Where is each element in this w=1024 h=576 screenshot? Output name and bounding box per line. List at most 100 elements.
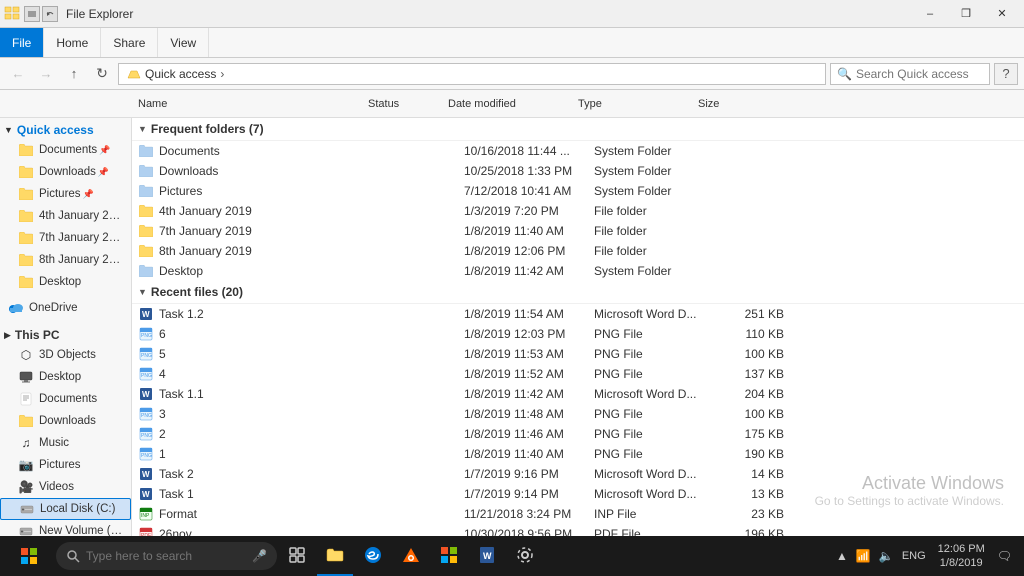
word-taskbar[interactable]: W (469, 536, 505, 576)
list-item[interactable]: W Task 1.2 1/8/2019 11:54 AM Microsoft W… (132, 304, 1024, 324)
notifications-icon[interactable]: 🗨 (995, 547, 1014, 565)
list-item[interactable]: W Task 1.1 1/8/2019 11:42 AM Microsoft W… (132, 384, 1024, 404)
this-pc-group[interactable]: ▶ This PC (0, 323, 131, 344)
sidebar-label-videos: Videos (39, 481, 74, 493)
sidebar-item-3d-objects[interactable]: ⬡ 3D Objects (0, 344, 131, 366)
folder-sys-icon3 (138, 183, 154, 199)
undo-icon[interactable] (42, 6, 58, 22)
start-button[interactable] (4, 536, 54, 576)
file-type: System Folder (594, 144, 714, 158)
svg-text:PNG: PNG (141, 373, 152, 379)
file-type: Microsoft Word D... (594, 487, 714, 501)
main-area: ▼ Quick access Documents 📌 Downloads 📌 P… (0, 118, 1024, 548)
volume-icon[interactable]: 🔈 (877, 547, 896, 565)
taskbar-search[interactable]: 🎤 (56, 542, 277, 570)
col-header-date[interactable]: Date modified (442, 90, 572, 117)
list-item[interactable]: W Task 1 1/7/2019 9:14 PM Microsoft Word… (132, 484, 1024, 504)
sidebar-item-8th-jan[interactable]: 8th January 2019 (0, 249, 131, 271)
minimize-button[interactable]: – (912, 0, 948, 28)
file-date: 1/8/2019 11:46 AM (464, 427, 594, 441)
col-header-name[interactable]: Name (132, 90, 362, 117)
search-input[interactable] (856, 67, 1011, 81)
frequent-arrow[interactable]: ▼ (138, 124, 147, 134)
list-item[interactable]: PNG 5 1/8/2019 11:53 AM PNG File 100 KB (132, 344, 1024, 364)
help-button[interactable]: ? (994, 63, 1018, 85)
back-button[interactable]: ← (6, 62, 30, 86)
list-item[interactable]: PNG 6 1/8/2019 12:03 PM PNG File 110 KB (132, 324, 1024, 344)
network-icon[interactable]: 📶 (854, 547, 873, 565)
svg-text:PNG: PNG (141, 453, 152, 459)
sidebar-item-4th-jan[interactable]: 4th January 2019 (0, 205, 131, 227)
list-item[interactable]: INP Format 11/21/2018 3:24 PM INP File 2… (132, 504, 1024, 524)
this-pc-arrow: ▶ (4, 330, 11, 341)
list-item[interactable]: PNG 1 1/8/2019 11:40 AM PNG File 190 KB (132, 444, 1024, 464)
file-explorer-taskbar[interactable] (317, 536, 353, 576)
sidebar-item-pictures2[interactable]: 📷 Pictures (0, 454, 131, 476)
file-date: 10/25/2018 1:33 PM (464, 164, 594, 178)
address-path[interactable]: Quick access › (118, 63, 826, 85)
windows-store-taskbar[interactable] (431, 536, 467, 576)
quick-access-group[interactable]: ▼ Quick access (0, 118, 131, 139)
language-indicator[interactable]: ENG (900, 548, 928, 564)
file-size: 204 KB (714, 387, 794, 401)
sidebar-item-videos[interactable]: 🎥 Videos (0, 476, 131, 498)
list-item[interactable]: 4th January 2019 1/3/2019 7:20 PM File f… (132, 201, 1024, 221)
task-view-button[interactable] (279, 536, 315, 576)
tab-home[interactable]: Home (44, 28, 101, 57)
close-button[interactable]: ✕ (984, 0, 1020, 28)
file-name: 1 (159, 447, 384, 461)
sidebar-item-pictures[interactable]: Pictures 📌 (0, 183, 131, 205)
this-pc-label: This PC (15, 328, 60, 342)
sidebar-label-4th-jan: 4th January 2019 (39, 210, 123, 222)
list-item[interactable]: PNG 4 1/8/2019 11:52 AM PNG File 137 KB (132, 364, 1024, 384)
file-type: PNG File (594, 327, 714, 341)
sidebar-item-downloads2[interactable]: Downloads (0, 410, 131, 432)
sidebar-item-onedrive[interactable]: OneDrive (0, 297, 131, 319)
taskbar-search-input[interactable] (86, 549, 246, 563)
edge-taskbar[interactable] (355, 536, 391, 576)
recent-arrow[interactable]: ▼ (138, 287, 147, 297)
list-item[interactable]: W Task 2 1/7/2019 9:16 PM Microsoft Word… (132, 464, 1024, 484)
col-header-status[interactable]: Status (362, 90, 442, 117)
list-item[interactable]: PNG 3 1/8/2019 11:48 AM PNG File 100 KB (132, 404, 1024, 424)
sidebar-item-desktop[interactable]: Desktop (0, 271, 131, 293)
vlc-taskbar[interactable] (393, 536, 429, 576)
refresh-button[interactable]: ↻ (90, 62, 114, 86)
up-button[interactable]: ↑ (62, 62, 86, 86)
file-date: 1/8/2019 11:42 AM (464, 264, 594, 278)
sidebar-item-7th-jan[interactable]: 7th January 2019 (0, 227, 131, 249)
ribbon: File Home Share View (0, 28, 1024, 58)
file-icon-7: PNG (138, 446, 154, 462)
sidebar-item-desktop2[interactable]: Desktop (0, 366, 131, 388)
settings-taskbar[interactable] (507, 536, 543, 576)
list-item[interactable]: 8th January 2019 1/8/2019 12:06 PM File … (132, 241, 1024, 261)
col-header-size[interactable]: Size (692, 90, 772, 117)
list-item[interactable]: Downloads 10/25/2018 1:33 PM System Fold… (132, 161, 1024, 181)
file-icon-4: W (138, 386, 154, 402)
tab-share[interactable]: Share (101, 28, 158, 57)
file-icon-0: W (138, 306, 154, 322)
list-item[interactable]: PNG 2 1/8/2019 11:46 AM PNG File 175 KB (132, 424, 1024, 444)
file-list: ▼ Frequent folders (7) Documents 10/16/2… (132, 118, 1024, 548)
pictures2-icon: 📷 (18, 457, 34, 473)
system-clock[interactable]: 12:06 PM 1/8/2019 (932, 542, 991, 571)
list-item[interactable]: Pictures 7/12/2018 10:41 AM System Folde… (132, 181, 1024, 201)
clock-time: 12:06 PM (938, 542, 985, 556)
tab-view[interactable]: View (158, 28, 209, 57)
music-icon: ♫ (18, 435, 34, 451)
tab-file[interactable]: File (0, 28, 44, 57)
list-item[interactable]: Documents 10/16/2018 11:44 ... System Fo… (132, 141, 1024, 161)
file-type: PNG File (594, 367, 714, 381)
sidebar-item-local-disk[interactable]: Local Disk (C:) (0, 498, 131, 520)
forward-button[interactable]: → (34, 62, 58, 86)
sidebar-item-music[interactable]: ♫ Music (0, 432, 131, 454)
col-header-type[interactable]: Type (572, 90, 692, 117)
sidebar-item-documents[interactable]: Documents 📌 (0, 139, 131, 161)
sidebar-label-7th-jan: 7th January 2019 (39, 232, 123, 244)
list-item[interactable]: Desktop 1/8/2019 11:42 AM System Folder (132, 261, 1024, 281)
restore-button[interactable]: ❒ (948, 0, 984, 28)
tray-up-arrow[interactable]: ▲ (834, 547, 850, 565)
list-item[interactable]: 7th January 2019 1/8/2019 11:40 AM File … (132, 221, 1024, 241)
sidebar-item-downloads[interactable]: Downloads 📌 (0, 161, 131, 183)
sidebar-item-documents2[interactable]: Documents (0, 388, 131, 410)
